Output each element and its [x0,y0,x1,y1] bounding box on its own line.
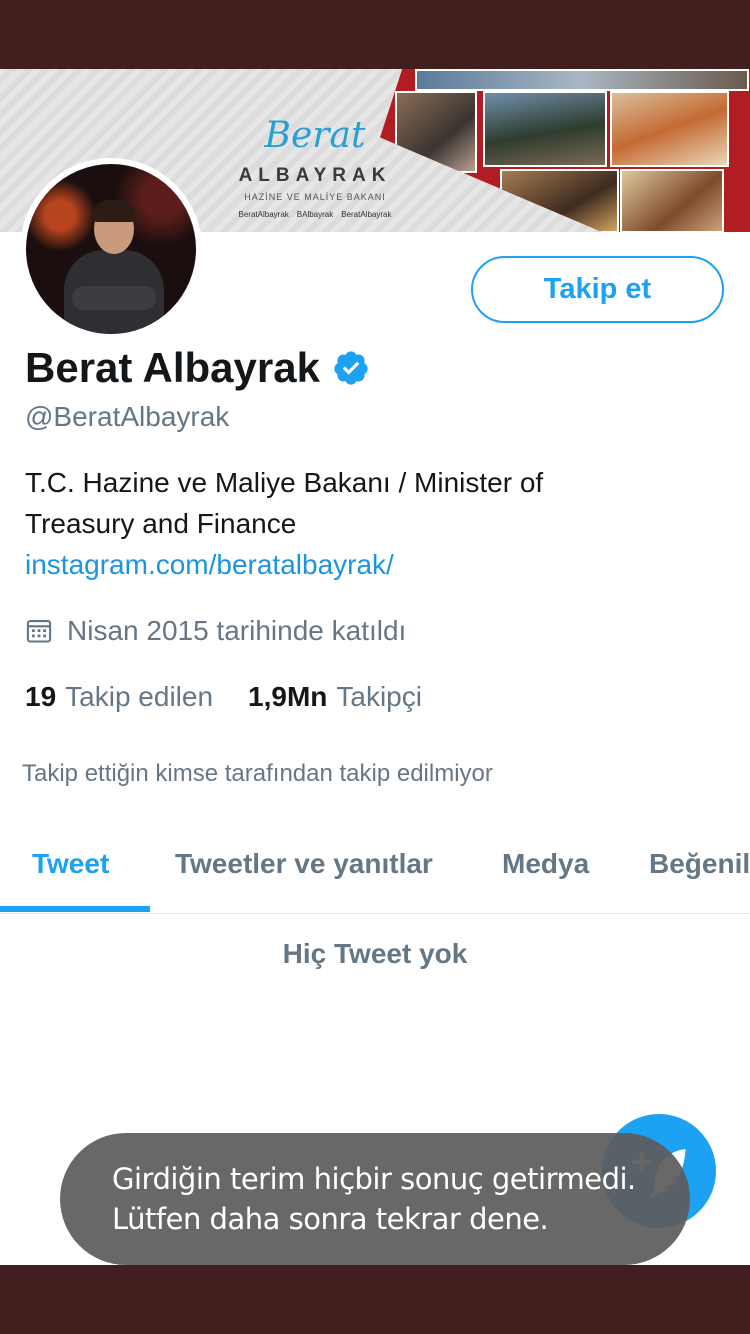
bio-link[interactable]: instagram.com/beratalbayrak/ [25,549,394,580]
joined-date: Nisan 2015 tarihinde katıldı [25,611,406,651]
bio-text: T.C. Hazine ve Maliye Bakanı / Minister … [25,467,544,539]
joined-date-text: Nisan 2015 tarihinde katıldı [67,615,407,646]
banner-logo-main: ALBAYRAK [238,165,392,186]
banner-photo [500,169,619,232]
avatar-arms [72,286,156,310]
banner-photo [415,69,749,91]
avatar-hair [92,200,136,222]
following-count[interactable]: 19 [25,681,56,713]
tab-tweets-and-replies[interactable]: Tweetler ve yanıtlar [175,815,433,913]
top-frame-bar [0,0,750,69]
profile-bio: T.C. Hazine ve Maliye Bakanı / Minister … [25,462,625,585]
profile-tabs: Tweet Tweetler ve yanıtlar Medya Beğenil… [0,815,750,914]
calendar-icon [26,620,52,643]
active-tab-indicator [0,906,150,912]
tab-tweet[interactable]: Tweet [32,815,109,913]
tab-likes[interactable]: Beğeniler [649,815,750,913]
toast-line-1: Girdiğin terim hiçbir sonuç getirmedi. [112,1162,636,1196]
not-followed-note: Takip ettiğin kimse tarafından takip edi… [22,760,493,787]
banner-photo [610,91,729,167]
banner-facebook-handle: BAlbayrak [296,210,334,219]
banner-social-handles: BeratAlbayrak BAlbayrak BeratAlbayrak [215,210,415,219]
avatar[interactable] [26,164,196,334]
profile-name: Berat Albayrak [25,343,320,391]
toast-text: Girdiğin terim hiçbir sonuç getirmedi. L… [112,1159,636,1239]
followers-label[interactable]: Takipçi [336,681,422,713]
tab-media[interactable]: Medya [502,815,589,913]
banner-photo [620,169,724,232]
toast-notification: Girdiğin terim hiçbir sonuç getirmedi. L… [60,1133,690,1265]
banner-photo [483,91,607,167]
profile-name-row: Berat Albayrak [25,340,370,395]
toast-line-2: Lütfen daha sonra tekrar dene. [112,1202,549,1236]
banner-photo [395,91,477,173]
follow-button[interactable]: Takip et [471,256,724,323]
avatar-figure [64,200,164,334]
following-label[interactable]: Takip edilen [65,681,213,713]
profile-stats: 19 Takip edilen 1,9Mn Takipçi [25,676,422,718]
verified-badge-icon [334,350,368,385]
banner-logo-script: Berat [264,115,366,156]
banner-photo-collage [380,69,750,232]
followers-count[interactable]: 1,9Mn [248,681,327,713]
banner-logo-subtitle: HAZİNE VE MALİYE BAKANI [244,192,386,202]
banner-instagram-handle: BeratAlbayrak [341,210,392,219]
profile-handle: @BeratAlbayrak [25,401,230,432]
bottom-frame-bar [0,1265,750,1334]
banner-twitter-handle: BeratAlbayrak [238,210,289,219]
empty-state-message: Hiç Tweet yok [282,938,468,969]
